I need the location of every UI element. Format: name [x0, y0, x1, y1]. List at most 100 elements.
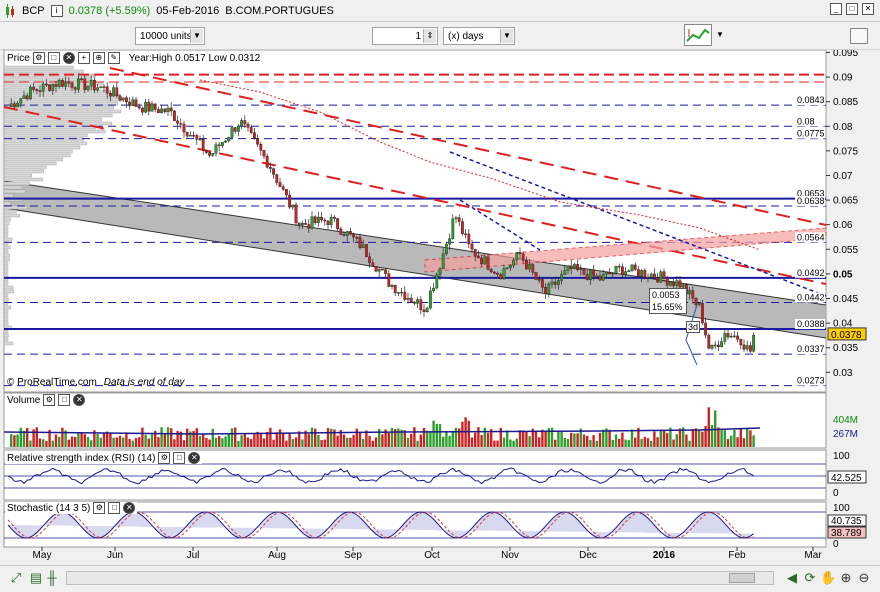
drawing-icon[interactable]: ✎ — [108, 52, 120, 64]
scrollbar-thumb[interactable] — [729, 573, 755, 583]
info-icon[interactable]: i — [51, 5, 63, 17]
candle-body — [567, 266, 569, 271]
chart-icon[interactable]: ▤ — [28, 570, 44, 586]
window-icon[interactable]: □ — [58, 394, 70, 406]
volume-bar — [13, 435, 15, 447]
close-icon[interactable]: ✕ — [73, 394, 85, 406]
volume-profile-bar — [4, 254, 10, 257]
volume-bar — [96, 434, 98, 447]
volume-profile-bar — [4, 182, 30, 185]
candle-body — [682, 285, 684, 287]
volume-bar — [109, 433, 111, 447]
units-select[interactable]: 10000 units ▼ — [135, 27, 205, 45]
candle-body — [644, 270, 646, 277]
volume-profile-bar — [4, 202, 10, 205]
volume-bar — [16, 434, 18, 447]
window-icon[interactable]: □ — [108, 502, 120, 514]
volume-bar — [151, 434, 153, 447]
volume-bar — [720, 430, 722, 447]
candle-body — [189, 135, 191, 136]
back-arrow-icon[interactable]: ◀ — [784, 570, 800, 586]
window-icon[interactable]: □ — [48, 52, 60, 64]
candle-body — [695, 298, 697, 304]
volume-axis-label: 404M — [833, 415, 858, 426]
period-unit-select[interactable]: (x) days ▼ — [443, 27, 515, 45]
chevron-down-icon[interactable]: ▼ — [716, 30, 724, 39]
days-annotation[interactable]: 3d — [686, 321, 700, 333]
chevron-down-icon[interactable]: ▼ — [500, 29, 513, 43]
candle-body — [148, 102, 150, 111]
zoom-out-icon[interactable]: ⊖ — [856, 570, 872, 586]
measure-annotation[interactable]: 0.0053 15.65% — [649, 288, 687, 314]
candle-body — [378, 269, 380, 271]
volume-bar — [554, 440, 556, 447]
candle-body — [10, 104, 12, 107]
wrench-icon[interactable]: ⚙ — [93, 502, 105, 514]
wrench-icon[interactable]: ⚙ — [43, 394, 55, 406]
volume-profile-bar — [4, 90, 110, 93]
volume-bar — [612, 440, 614, 447]
zoom-in-icon[interactable]: ⊕ — [838, 570, 854, 586]
stepper-icon[interactable]: ⇕ — [423, 29, 436, 43]
candles-icon[interactable]: ╫ — [44, 570, 60, 586]
chart-type-button[interactable] — [684, 24, 712, 46]
x-axis-label: Oct — [424, 550, 440, 561]
volume-bar — [480, 435, 482, 447]
candle-body — [266, 156, 268, 167]
year-range: Year:High 0.0517 Low 0.0312 — [129, 53, 260, 64]
maximize-icon[interactable]: □ — [846, 3, 858, 15]
volume-bar — [509, 440, 511, 447]
volume-bar — [234, 427, 236, 447]
volume-bar — [743, 438, 745, 447]
candle-body — [586, 274, 588, 280]
volume-bar — [356, 429, 358, 447]
volume-bar — [592, 435, 594, 447]
x-axis-label: Jul — [187, 550, 200, 561]
candle-body — [442, 254, 444, 269]
close-icon[interactable]: ✕ — [188, 452, 200, 464]
close-icon[interactable]: ✕ — [123, 502, 135, 514]
volume-bar — [541, 430, 543, 447]
volume-bar — [448, 436, 450, 447]
candle-body — [93, 80, 95, 90]
candle-body — [400, 292, 402, 293]
refresh-icon[interactable]: ⟳ — [802, 570, 818, 586]
volume-bar — [455, 428, 457, 447]
volume-bar — [564, 438, 566, 447]
level-label: 0.0388 — [797, 319, 825, 329]
candle-body — [560, 275, 562, 281]
chevron-down-icon[interactable]: ▼ — [190, 29, 203, 43]
volume-bar — [368, 436, 370, 447]
volume-bar — [349, 438, 351, 447]
stoch-panel-label: Stochastic (14 3 5) — [7, 503, 90, 514]
volume-bar — [535, 431, 537, 447]
volume-panel-label: Volume — [7, 395, 40, 406]
hand-icon[interactable]: ✋ — [820, 570, 836, 586]
wrench-icon[interactable]: ⚙ — [158, 452, 170, 464]
candle-body — [474, 249, 476, 256]
add-icon[interactable]: + — [78, 52, 90, 64]
volume-bar — [314, 429, 316, 447]
x-axis-label: 2016 — [653, 550, 676, 561]
period-count-stepper[interactable]: 1 ⇕ — [372, 27, 438, 45]
wrench-icon[interactable]: ⚙ — [33, 52, 45, 64]
candle-body — [413, 302, 415, 303]
candle-body — [352, 234, 354, 237]
chart-canvas[interactable]: 0.095 0.09 0.085 0.08 0.075 0.07 0.065 0.06 0.05… — [0, 50, 880, 565]
indicator-icon[interactable]: ⊕ — [93, 52, 105, 64]
horizontal-scrollbar[interactable] — [66, 571, 774, 585]
volume-bar — [231, 428, 233, 447]
candle-body — [749, 346, 751, 352]
minimize-icon[interactable]: _ — [830, 3, 842, 15]
close-icon[interactable]: ✕ — [63, 52, 75, 64]
chart-area[interactable]: 0.095 0.09 0.085 0.08 0.075 0.07 0.065 0.06 0.05… — [0, 50, 880, 565]
panel-toggle-button[interactable] — [850, 28, 868, 44]
close-icon[interactable]: ✕ — [862, 3, 874, 15]
volume-bar — [128, 439, 130, 447]
window-icon[interactable]: □ — [173, 452, 185, 464]
volume-bar — [660, 430, 662, 447]
candle-body — [116, 88, 118, 96]
candle-body — [170, 108, 172, 111]
volume-profile-bar — [4, 286, 13, 289]
zoom-fit-icon[interactable]: ⤢ — [8, 570, 24, 586]
